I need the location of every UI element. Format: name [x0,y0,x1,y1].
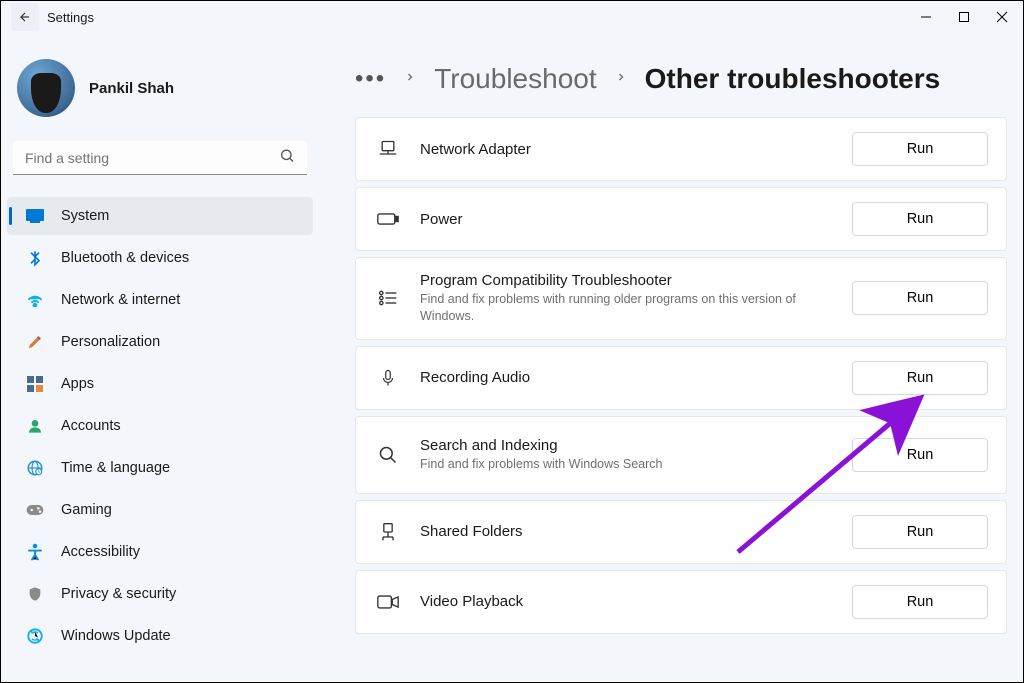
sidebar-item-label: Accessibility [61,544,140,560]
search-icon [374,445,402,465]
profile-name: Pankil Shah [89,80,174,97]
back-button[interactable] [11,3,39,31]
troubleshooter-title: Recording Audio [420,369,834,386]
troubleshooter-title: Shared Folders [420,523,834,540]
compat-icon [374,289,402,307]
network-adapter-icon [374,139,402,159]
sidebar-item-label: System [61,208,109,224]
sidebar-item-gaming[interactable]: Gaming [7,491,313,529]
update-icon [25,626,45,646]
video-icon [374,594,402,610]
app-title: Settings [47,10,94,25]
shield-icon [25,584,45,604]
battery-icon [374,212,402,226]
search-input[interactable] [13,141,307,175]
run-button[interactable]: Run [852,202,988,236]
troubleshooter-title: Search and Indexing [420,437,834,454]
troubleshooter-network-adapter: Network Adapter Run [355,117,1007,181]
run-button[interactable]: Run [852,132,988,166]
maximize-button[interactable] [957,10,971,24]
chevron-right-icon [615,69,627,90]
sidebar-item-accounts[interactable]: Accounts [7,407,313,445]
troubleshooter-search-indexing: Search and Indexing Find and fix problem… [355,416,1007,494]
troubleshooter-video-playback: Video Playback Run [355,570,1007,634]
troubleshooter-recording-audio: Recording Audio Run [355,346,1007,410]
run-button[interactable]: Run [852,361,988,395]
sidebar-item-accessibility[interactable]: Accessibility [7,533,313,571]
run-button[interactable]: Run [852,281,988,315]
sidebar-item-time-language[interactable]: Time & language [7,449,313,487]
sidebar-item-system[interactable]: System [7,197,313,235]
content: ••• Troubleshoot Other troubleshooters N… [319,33,1023,682]
sidebar-item-label: Network & internet [61,292,180,308]
troubleshooter-title: Video Playback [420,593,834,610]
sidebar-item-label: Accounts [61,418,121,434]
brush-icon [25,332,45,352]
sidebar-item-apps[interactable]: Apps [7,365,313,403]
close-button[interactable] [995,10,1009,24]
accessibility-icon [25,542,45,562]
troubleshooter-desc: Find and fix problems with Windows Searc… [420,456,834,473]
breadcrumb: ••• Troubleshoot Other troubleshooters [355,63,1007,95]
sidebar-item-bluetooth[interactable]: Bluetooth & devices [7,239,313,277]
sidebar-item-label: Time & language [61,460,170,476]
sidebar-item-privacy[interactable]: Privacy & security [7,575,313,613]
sidebar-item-label: Privacy & security [61,586,176,602]
troubleshooter-power: Power Run [355,187,1007,251]
sidebar: Pankil Shah System Bluetooth & devices N… [1,33,319,682]
breadcrumb-more-icon[interactable]: ••• [355,65,386,93]
minimize-button[interactable] [919,10,933,24]
run-button[interactable]: Run [852,585,988,619]
sidebar-item-network[interactable]: Network & internet [7,281,313,319]
sidebar-item-label: Bluetooth & devices [61,250,189,266]
mic-icon [374,367,402,389]
search-icon [279,148,295,169]
run-button[interactable]: Run [852,515,988,549]
troubleshooter-program-compatibility: Program Compatibility Troubleshooter Fin… [355,257,1007,340]
sidebar-item-label: Apps [61,376,94,392]
run-button[interactable]: Run [852,438,988,472]
wifi-icon [25,290,45,310]
chevron-right-icon [404,69,416,90]
titlebar: Settings [1,1,1023,33]
person-icon [25,416,45,436]
profile-block[interactable]: Pankil Shah [7,41,313,137]
troubleshooter-title: Program Compatibility Troubleshooter [420,272,834,289]
troubleshooter-desc: Find and fix problems with running older… [420,291,834,325]
sidebar-item-personalization[interactable]: Personalization [7,323,313,361]
bluetooth-icon [25,248,45,268]
sidebar-item-label: Personalization [61,334,160,350]
troubleshooter-title: Power [420,211,834,228]
breadcrumb-parent[interactable]: Troubleshoot [434,63,596,95]
gamepad-icon [25,500,45,520]
apps-icon [25,374,45,394]
avatar [17,59,75,117]
sidebar-item-label: Gaming [61,502,112,518]
troubleshooter-shared-folders: Shared Folders Run [355,500,1007,564]
shared-folder-icon [374,521,402,543]
system-icon [25,206,45,226]
sidebar-item-label: Windows Update [61,628,171,644]
globe-icon [25,458,45,478]
page-title: Other troubleshooters [645,63,941,95]
troubleshooter-title: Network Adapter [420,141,834,158]
sidebar-item-windows-update[interactable]: Windows Update [7,617,313,655]
